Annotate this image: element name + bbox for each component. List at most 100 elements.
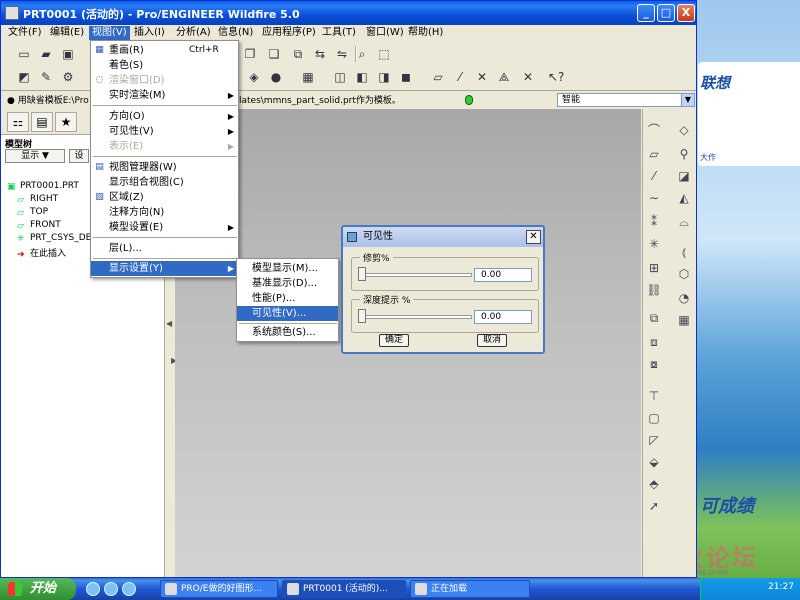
menu-item-repaint[interactable]: ▦ 重画(R) Ctrl+R xyxy=(91,43,238,58)
menu-item-model-setup[interactable]: 模型设置(E) ▶ xyxy=(91,220,238,235)
menu-analysis[interactable]: 分析(A) xyxy=(173,26,214,40)
chevron-down-icon[interactable]: ▼ xyxy=(681,94,694,106)
menu-file[interactable]: 文件(F) xyxy=(5,26,45,40)
spin-center-icon[interactable]: ● xyxy=(267,68,285,86)
cancel-button[interactable]: 取消 xyxy=(477,334,507,347)
menu-window[interactable]: 窗口(W) xyxy=(363,26,407,40)
tree-item-insert-here[interactable]: ➔ 在此插入 xyxy=(17,246,66,260)
clip-value-input[interactable]: 0.00 xyxy=(474,268,532,282)
datum-planes-icon[interactable]: ▱ xyxy=(429,68,447,86)
submenu-item-system-colors[interactable]: 系统颜色(S)... xyxy=(237,325,338,340)
menu-view[interactable]: 视图(V) xyxy=(89,26,130,40)
select-box-icon[interactable]: ⬚ xyxy=(375,45,393,63)
quicklaunch-browser-icon[interactable] xyxy=(104,582,118,596)
context-help-icon[interactable]: ↖? xyxy=(547,68,565,86)
depth-cue-slider-track[interactable] xyxy=(360,315,472,319)
clock[interactable]: 21:27 xyxy=(768,582,794,592)
find-icon[interactable]: ⌕ xyxy=(353,45,371,63)
thicken-tool-icon[interactable]: ◸ xyxy=(645,431,663,449)
tree-item-front[interactable]: ▱ FRONT xyxy=(17,220,61,231)
maximize-button[interactable]: □ xyxy=(657,4,675,22)
clip-slider-track[interactable] xyxy=(360,273,472,277)
curve-tool-icon[interactable]: ∼ xyxy=(645,189,663,207)
datum-plane-tool-icon[interactable]: ◇ xyxy=(675,121,693,139)
save-icon[interactable]: ▣ xyxy=(59,45,77,63)
menu-item-orientation[interactable]: 方向(O) ▶ xyxy=(91,109,238,124)
plane-tool-icon[interactable]: ▱ xyxy=(645,145,663,163)
menu-help[interactable]: 帮助(H) xyxy=(405,26,446,40)
paste-icon[interactable]: ❏ xyxy=(265,45,283,63)
title-bar[interactable]: PRT0001 (活动的) - Pro/ENGINEER Wildfire 5.… xyxy=(1,1,696,25)
clip-slider-thumb[interactable] xyxy=(358,267,366,281)
minimize-button[interactable]: _ xyxy=(637,4,655,22)
sketch-tool-icon[interactable]: ⌒ xyxy=(645,121,663,139)
csys-tool-icon[interactable]: ✳ xyxy=(645,235,663,253)
depth-cue-value-input[interactable]: 0.00 xyxy=(474,310,532,324)
dialog-close-button[interactable]: ✕ xyxy=(526,230,541,244)
line-tool-icon[interactable]: ⁄ xyxy=(645,167,663,185)
open-folder-icon[interactable]: ▰ xyxy=(37,45,55,63)
coordinate-systems-icon[interactable]: ⟁ xyxy=(495,68,513,86)
menu-item-combined-views[interactable]: 显示组合视图(C) xyxy=(91,175,238,190)
layers-icon[interactable]: ◈ xyxy=(245,68,263,86)
start-button[interactable]: 开始 xyxy=(0,578,76,600)
sweep-tool-icon[interactable]: ◭ xyxy=(675,189,693,207)
no-hidden-icon[interactable]: ◨ xyxy=(375,68,393,86)
shading-icon[interactable]: ◼ xyxy=(397,68,415,86)
menu-item-visibility[interactable]: 可见性(V) ▶ xyxy=(91,124,238,139)
extend-tool-icon[interactable]: ⬘ xyxy=(645,475,663,493)
regenerate-manager-icon[interactable]: ⇋ xyxy=(333,45,351,63)
point-tool-icon[interactable]: ⁑ xyxy=(645,213,663,231)
menu-item-display-settings[interactable]: 显示设置(Y) ▶ xyxy=(91,261,238,276)
submenu-item-performance[interactable]: 性能(P)... xyxy=(237,291,338,306)
menu-info[interactable]: 信息(N) xyxy=(215,26,256,40)
menu-item-realtime-render[interactable]: 实时渲染(M) ▶ xyxy=(91,88,238,103)
close-button[interactable]: X xyxy=(677,4,695,22)
quicklaunch-ie-icon[interactable] xyxy=(86,582,100,596)
task-proe-window[interactable]: PRT0001 (活动的)... xyxy=(282,580,406,598)
menu-edit[interactable]: 编辑(E) xyxy=(47,26,87,40)
menu-insert[interactable]: 插入(I) xyxy=(131,26,168,40)
tree-item-part[interactable]: ▣ PRT0001.PRT xyxy=(7,181,79,192)
menu-item-shade[interactable]: 着色(S) xyxy=(91,58,238,73)
favorites-tab-icon[interactable]: ★ xyxy=(55,112,77,132)
copy-icon[interactable]: ❐ xyxy=(241,45,259,63)
new-file-icon[interactable]: ▭ xyxy=(15,45,33,63)
menu-tools[interactable]: 工具(T) xyxy=(319,26,359,40)
axis-tool-icon[interactable]: ⚲ xyxy=(675,145,693,163)
show-dropdown[interactable]: 显示 ▼ xyxy=(5,149,65,163)
task-loading-window[interactable]: 正在加载 xyxy=(410,580,530,598)
analysis-tool-icon[interactable]: ⊞ xyxy=(645,259,663,277)
folder-browser-tab-icon[interactable]: ▤ xyxy=(31,112,53,132)
selection-filter-select[interactable]: 智能 ▼ xyxy=(557,93,695,107)
wireframe-icon[interactable]: ◫ xyxy=(331,68,349,86)
trim-tool-icon[interactable]: ⊤ xyxy=(645,387,663,405)
dialog-title[interactable]: 可见性 xyxy=(343,227,543,247)
app-icon[interactable] xyxy=(5,6,19,20)
regenerate-icon[interactable]: ⇆ xyxy=(311,45,329,63)
sketch-icon[interactable]: ◩ xyxy=(15,68,33,86)
datum-axes-icon[interactable]: ⁄ xyxy=(451,68,469,86)
task-browser-window[interactable]: PRO/E做的好图形... xyxy=(160,580,278,598)
mirror-tool-icon[interactable]: ⧈ xyxy=(645,333,663,351)
round-tool-icon[interactable]: ⦅ xyxy=(675,243,693,261)
chain-tool-icon[interactable]: ⛓ xyxy=(645,281,663,299)
tree-item-right[interactable]: ▱ RIGHT xyxy=(17,194,58,205)
ok-button[interactable]: 确定 xyxy=(379,334,409,347)
shell-tool-icon[interactable]: ▦ xyxy=(675,311,693,329)
menu-item-layers[interactable]: 层(L)... xyxy=(91,241,238,256)
settings-icon[interactable]: ⚙ xyxy=(59,68,77,86)
offset-tool-icon[interactable]: ▢ xyxy=(645,409,663,427)
chamfer-tool-icon[interactable]: ⬡ xyxy=(675,265,693,283)
copy-tool-icon[interactable]: ⧉ xyxy=(645,309,663,327)
menu-item-annotation-orientation[interactable]: 注释方向(N) xyxy=(91,205,238,220)
submenu-item-datum-display[interactable]: 基准显示(D)... xyxy=(237,276,338,291)
datum-points-icon[interactable]: ✕ xyxy=(473,68,491,86)
tree-item-top[interactable]: ▱ TOP xyxy=(17,207,48,218)
paste-special-icon[interactable]: ⧉ xyxy=(289,45,307,63)
submenu-item-visibility[interactable]: 可见性(V)... xyxy=(237,306,338,321)
menu-applications[interactable]: 应用程序(P) xyxy=(259,26,319,40)
depth-cue-slider-thumb[interactable] xyxy=(358,309,366,323)
submenu-item-model-display[interactable]: 模型显示(M)... xyxy=(237,261,338,276)
merge-tool-icon[interactable]: ⬙ xyxy=(645,453,663,471)
